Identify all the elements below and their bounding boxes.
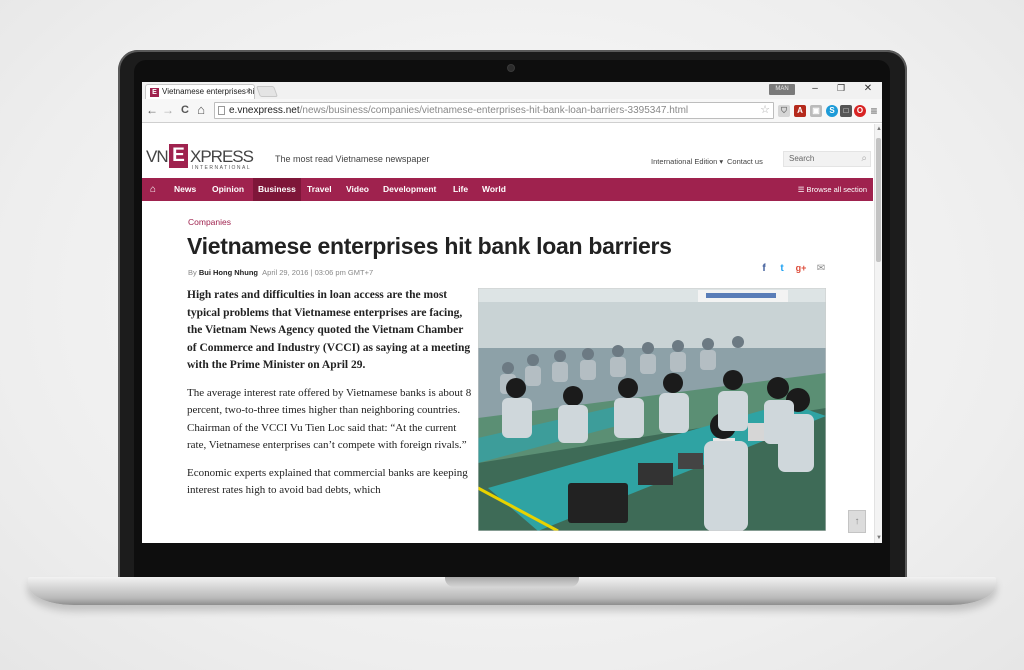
page-scrollbar[interactable]: ▲ ▼ [874, 124, 882, 543]
maximize-icon[interactable]: ❐ [834, 83, 848, 94]
home-button-icon[interactable]: ⌂ [194, 103, 208, 117]
profile-badge[interactable]: MAN [769, 84, 795, 95]
new-tab-button[interactable] [255, 86, 279, 97]
search-placeholder: Search [789, 154, 815, 163]
extension-shield-icon[interactable]: ⛉ [778, 105, 790, 117]
scroll-down-arrow-icon[interactable]: ▼ [875, 535, 882, 541]
back-icon[interactable]: ← [145, 103, 159, 117]
twitter-share-icon[interactable]: t [776, 263, 788, 274]
nav-opinion[interactable]: Opinion [207, 178, 249, 201]
article-paragraph: The average interest rate offered by Vie… [187, 386, 472, 452]
email-share-icon[interactable]: ✉ [815, 263, 827, 274]
extension-opera-icon[interactable]: O [854, 105, 866, 117]
site-search-input[interactable]: Search ⌕ [783, 151, 871, 167]
reload-icon[interactable]: C [178, 103, 192, 117]
laptop-screen: E Vietnamese enterprises hi × MAN – ❐ ✕ … [142, 82, 882, 543]
article-paragraph: Economic experts explained that commerci… [187, 466, 468, 497]
page-icon [218, 106, 225, 115]
extension-puzzle-icon[interactable]: ▣ [810, 105, 822, 117]
scroll-to-top-button[interactable]: ↑ [848, 510, 866, 533]
vnexpress-logo[interactable]: VN E XPRESS INTERNATIONAL [146, 144, 266, 172]
camera-icon [508, 65, 514, 71]
article-byline: By Bui Hong Nhung April 29, 2016 | 03:06… [188, 268, 373, 277]
url-path: /news/business/companies/vietnamese-ente… [299, 105, 689, 116]
article-category[interactable]: Companies [188, 217, 231, 227]
laptop-opening-notch [445, 577, 579, 587]
article-lead: High rates and difficulties in loan acce… [187, 289, 471, 371]
nav-business[interactable]: Business [253, 178, 301, 201]
browse-all-sections-button[interactable]: ☰ Browse all section [798, 178, 867, 201]
site-header: VN E XPRESS INTERNATIONAL The most read … [142, 124, 873, 178]
scrollbar-thumb[interactable] [876, 138, 881, 262]
address-bar[interactable]: e.vnexpress.net/news/business/companies/… [214, 102, 774, 119]
google-plus-share-icon[interactable]: g+ [795, 263, 807, 273]
extension-box-icon[interactable]: □ [840, 105, 852, 117]
scroll-up-arrow-icon[interactable]: ▲ [875, 126, 882, 132]
international-edition-dropdown[interactable]: International Edition ▾ [651, 157, 723, 166]
article-photo-factory[interactable] [478, 288, 826, 531]
nav-development[interactable]: Development [378, 178, 441, 201]
byline-prefix: By [188, 268, 199, 277]
publish-date: April 29, 2016 | 03:06 pm GMT+7 [262, 268, 374, 277]
main-navigation: ⌂ News Opinion Business Travel Video Dev… [142, 178, 873, 201]
vnexpress-favicon-icon: E [150, 88, 159, 97]
browser-tab-bar: E Vietnamese enterprises hi × MAN – ❐ ✕ [142, 82, 882, 99]
minimize-icon[interactable]: – [808, 83, 822, 94]
nav-news[interactable]: News [169, 178, 201, 201]
tab-close-icon[interactable]: × [246, 85, 251, 98]
forward-icon[interactable]: → [161, 103, 175, 117]
author-link[interactable]: Bui Hong Nhung [199, 268, 258, 277]
browser-toolbar: ← → C ⌂ e.vnexpress.net/news/business/co… [142, 99, 882, 123]
browser-menu-icon[interactable]: ≡ [867, 104, 881, 118]
browser-tab[interactable]: E Vietnamese enterprises hi × [145, 84, 255, 99]
contact-us-link[interactable]: Contact us [727, 157, 763, 166]
nav-travel[interactable]: Travel [302, 178, 337, 201]
home-icon[interactable]: ⌂ [150, 178, 156, 201]
article-headline: Vietnamese enterprises hit bank loan bar… [187, 233, 672, 259]
close-window-icon[interactable]: ✕ [861, 83, 875, 94]
article-body: High rates and difficulties in loan acce… [187, 287, 472, 500]
url-host: e.vnexpress.net [229, 105, 300, 116]
search-icon[interactable]: ⌕ [861, 152, 867, 166]
bookmark-star-icon[interactable]: ☆ [760, 103, 770, 118]
nav-life[interactable]: Life [448, 178, 473, 201]
nav-world[interactable]: World [477, 178, 511, 201]
nav-video[interactable]: Video [341, 178, 374, 201]
facebook-share-icon[interactable]: f [758, 263, 770, 274]
extension-skype-icon[interactable]: S [826, 105, 838, 117]
extension-pdf-icon[interactable]: A [794, 105, 806, 117]
site-tagline: The most read Vietnamese newspaper [275, 154, 430, 164]
tab-title: Vietnamese enterprises hi [162, 87, 255, 96]
